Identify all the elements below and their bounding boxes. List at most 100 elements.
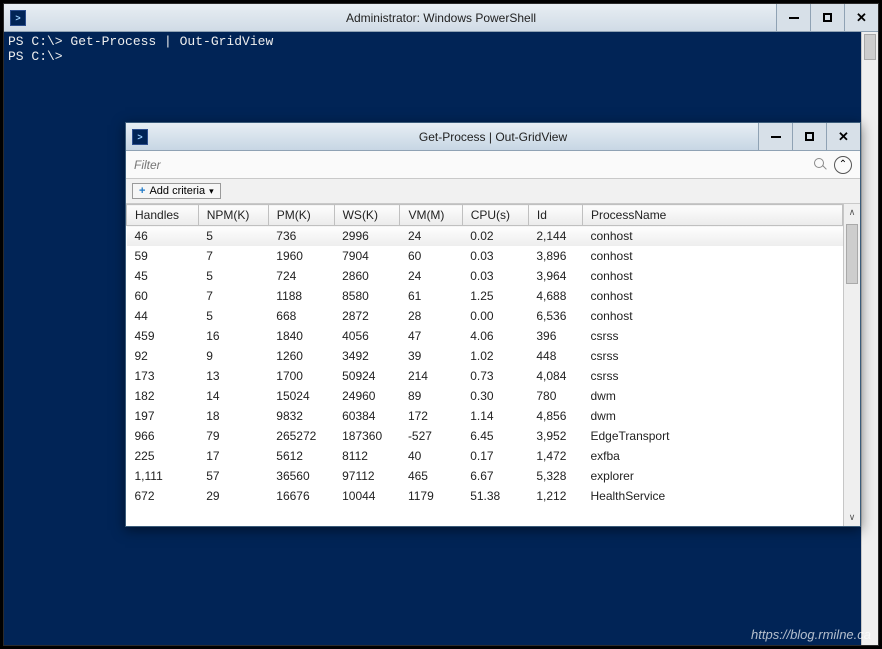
cell-id: 2,144 <box>528 226 582 246</box>
col-ws[interactable]: WS(K) <box>334 205 400 226</box>
table-row[interactable]: 672291667610044117951.381,212HealthServi… <box>127 486 843 506</box>
table-row[interactable]: 173131700509242140.734,084csrss <box>127 366 843 386</box>
cell-name: csrss <box>583 366 843 386</box>
cell-cpu: 0.17 <box>462 446 528 466</box>
cell-vm: 60 <box>400 246 462 266</box>
add-criteria-label: Add criteria <box>149 185 205 197</box>
table-row[interactable]: 4456682872280.006,536conhost <box>127 306 843 326</box>
cell-handles: 197 <box>127 406 199 426</box>
cell-handles: 966 <box>127 426 199 446</box>
cell-vm: 1179 <box>400 486 462 506</box>
col-vm[interactable]: VM(M) <box>400 205 462 226</box>
cell-ws: 50924 <box>334 366 400 386</box>
cell-ws: 7904 <box>334 246 400 266</box>
console-scrollbar[interactable] <box>861 32 878 645</box>
col-handles[interactable]: Handles <box>127 205 199 226</box>
cell-id: 396 <box>528 326 582 346</box>
cell-ws: 187360 <box>334 426 400 446</box>
search-icon[interactable] <box>814 158 828 172</box>
cell-ws: 8112 <box>334 446 400 466</box>
grid-maximize-button[interactable] <box>792 123 826 150</box>
scrollbar-thumb[interactable] <box>864 34 876 60</box>
cell-ws: 2996 <box>334 226 400 246</box>
cell-pm: 668 <box>268 306 334 326</box>
cell-name: csrss <box>583 346 843 366</box>
table-row[interactable]: 4591618404056474.06396csrss <box>127 326 843 346</box>
ps-title: Administrator: Windows PowerShell <box>4 11 878 25</box>
grid-titlebar[interactable]: > Get-Process | Out-GridView ✕ <box>126 123 860 151</box>
grid-title: Get-Process | Out-GridView <box>126 130 860 144</box>
cell-id: 3,896 <box>528 246 582 266</box>
grid-body: Handles NPM(K) PM(K) WS(K) VM(M) CPU(s) … <box>126 204 860 526</box>
cell-npm: 29 <box>198 486 268 506</box>
cell-name: csrss <box>583 326 843 346</box>
cell-npm: 14 <box>198 386 268 406</box>
table-row[interactable]: 59719607904600.033,896conhost <box>127 246 843 266</box>
table-row[interactable]: 96679265272187360-5276.453,952EdgeTransp… <box>127 426 843 446</box>
table-row[interactable]: 197189832603841721.144,856dwm <box>127 406 843 426</box>
col-pm[interactable]: PM(K) <box>268 205 334 226</box>
table-row[interactable]: 2251756128112400.171,472exfba <box>127 446 843 466</box>
cell-ws: 2872 <box>334 306 400 326</box>
watermark: https://blog.rmilne.ca <box>751 627 871 642</box>
cell-name: conhost <box>583 226 843 246</box>
cell-cpu: 0.30 <box>462 386 528 406</box>
cell-npm: 5 <box>198 226 268 246</box>
ps-maximize-button[interactable] <box>810 4 844 31</box>
cell-vm: 40 <box>400 446 462 466</box>
cell-id: 4,084 <box>528 366 582 386</box>
scroll-down-icon[interactable]: ∨ <box>844 509 860 526</box>
cell-name: conhost <box>583 266 843 286</box>
cell-id: 1,472 <box>528 446 582 466</box>
filter-input[interactable] <box>134 158 814 172</box>
grid-scrollbar[interactable]: ∧ ∨ <box>843 204 860 526</box>
cell-vm: -527 <box>400 426 462 446</box>
cell-vm: 28 <box>400 306 462 326</box>
cell-pm: 1260 <box>268 346 334 366</box>
cell-name: conhost <box>583 306 843 326</box>
collapse-toggle-icon[interactable]: ⌃ <box>834 156 852 174</box>
table-row[interactable]: 182141502424960890.30780dwm <box>127 386 843 406</box>
cell-pm: 736 <box>268 226 334 246</box>
cell-name: dwm <box>583 406 843 426</box>
cell-handles: 225 <box>127 446 199 466</box>
cell-name: EdgeTransport <box>583 426 843 446</box>
criteria-row: + Add criteria ▾ <box>126 179 860 204</box>
scroll-up-icon[interactable]: ∧ <box>844 204 860 221</box>
grid-window-controls: ✕ <box>758 123 860 150</box>
ps-minimize-button[interactable] <box>776 4 810 31</box>
cell-npm: 7 <box>198 246 268 266</box>
cell-npm: 9 <box>198 346 268 366</box>
table-row[interactable]: 60711888580611.254,688conhost <box>127 286 843 306</box>
cell-cpu: 0.03 <box>462 266 528 286</box>
ps-titlebar[interactable]: > Administrator: Windows PowerShell ✕ <box>4 4 878 32</box>
grid-minimize-button[interactable] <box>758 123 792 150</box>
console-line: PS C:\> Get-Process | Out-GridView <box>8 34 273 49</box>
col-processname[interactable]: ProcessName <box>583 205 843 226</box>
cell-vm: 39 <box>400 346 462 366</box>
table-row[interactable]: 1,1115736560971124656.675,328explorer <box>127 466 843 486</box>
cell-pm: 36560 <box>268 466 334 486</box>
cell-cpu: 6.45 <box>462 426 528 446</box>
scrollbar-thumb[interactable] <box>846 224 858 284</box>
cell-vm: 172 <box>400 406 462 426</box>
cell-ws: 97112 <box>334 466 400 486</box>
cell-handles: 44 <box>127 306 199 326</box>
cell-handles: 459 <box>127 326 199 346</box>
table-row[interactable]: 92912603492391.02448csrss <box>127 346 843 366</box>
ps-close-button[interactable]: ✕ <box>844 4 878 31</box>
cell-cpu: 0.03 <box>462 246 528 266</box>
cell-name: explorer <box>583 466 843 486</box>
table-row[interactable]: 4557242860240.033,964conhost <box>127 266 843 286</box>
cell-vm: 89 <box>400 386 462 406</box>
col-id[interactable]: Id <box>528 205 582 226</box>
cell-pm: 724 <box>268 266 334 286</box>
cell-vm: 24 <box>400 266 462 286</box>
grid-close-button[interactable]: ✕ <box>826 123 860 150</box>
table-row[interactable]: 4657362996240.022,144conhost <box>127 226 843 246</box>
cell-id: 6,536 <box>528 306 582 326</box>
col-cpu[interactable]: CPU(s) <box>462 205 528 226</box>
col-npm[interactable]: NPM(K) <box>198 205 268 226</box>
cell-vm: 465 <box>400 466 462 486</box>
add-criteria-button[interactable]: + Add criteria ▾ <box>132 183 221 199</box>
